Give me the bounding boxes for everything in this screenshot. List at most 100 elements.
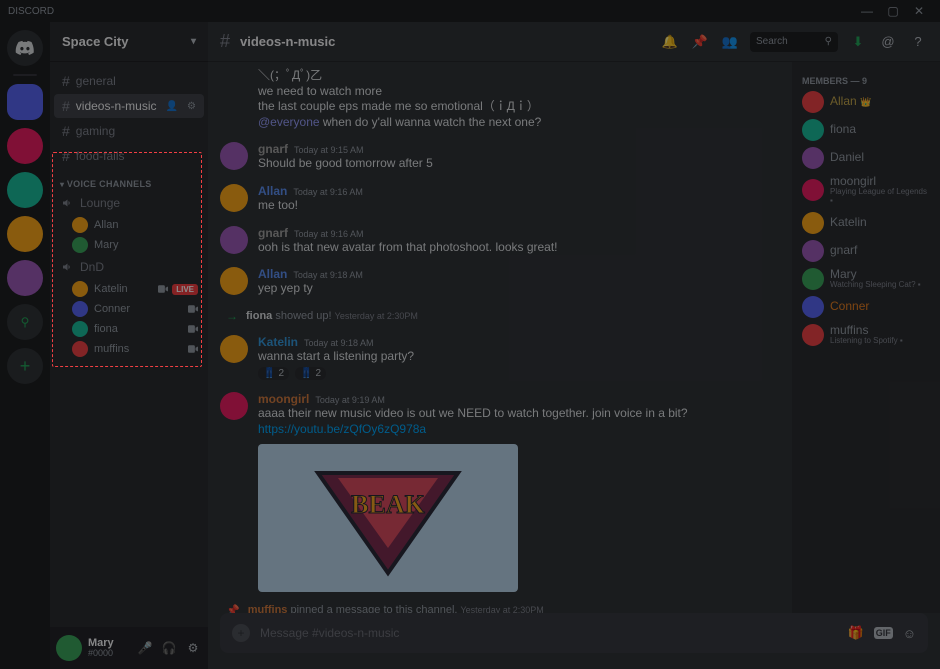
member-name: Katelin — [830, 216, 867, 229]
reaction[interactable]: 👖2 — [295, 367, 326, 380]
message: KatelinToday at 9:18 AMwanna start a lis… — [220, 329, 780, 387]
voice-member-name: Conner — [94, 303, 130, 315]
channel-title: videos-n-music — [240, 34, 335, 49]
hash-icon: # — [62, 148, 70, 164]
member-item[interactable]: Conner — [798, 293, 934, 321]
member-item[interactable]: Allan 👑 — [798, 88, 934, 116]
voice-member[interactable]: fiona — [54, 319, 204, 339]
channel-general[interactable]: #general — [54, 69, 204, 93]
members-header: MEMBERS — 9 — [798, 72, 934, 88]
channel-food-fails[interactable]: # food-fails — [54, 144, 204, 168]
sidebar: Space City ▾ #general#videos-n-music👤⚙#g… — [50, 22, 208, 669]
member-name: Conner — [830, 300, 869, 313]
window-close[interactable]: ✕ — [906, 4, 932, 18]
explore-button[interactable]: ⚲ — [7, 304, 43, 340]
pinned-icon[interactable]: 📌 — [690, 34, 710, 50]
channel-label: food-fails — [76, 149, 125, 163]
channel-list: #general#videos-n-music👤⚙#gaming#food-fa… — [50, 62, 208, 627]
settings-icon[interactable]: ⚙ — [187, 101, 196, 112]
hash-icon: # — [62, 123, 70, 139]
emoji-icon[interactable]: ☺ — [903, 626, 916, 641]
avatar[interactable] — [220, 335, 248, 363]
message-author[interactable]: Allan — [258, 184, 287, 198]
search-icon: ⚲ — [825, 36, 832, 47]
live-badge: LIVE — [172, 284, 198, 295]
settings-icon[interactable]: ⚙ — [184, 641, 202, 655]
voice-member[interactable]: muffins — [54, 339, 204, 359]
server-header[interactable]: Space City ▾ — [50, 22, 208, 62]
message-timestamp: Today at 9:16 AM — [293, 187, 363, 197]
attach-button[interactable]: + — [232, 624, 250, 642]
user-tag: #0000 — [88, 649, 130, 659]
member-item[interactable]: moongirlPlaying League of Legends ▪ — [798, 172, 934, 209]
voice-channel-Lounge[interactable]: Lounge — [54, 192, 204, 214]
voice-member[interactable]: Conner — [54, 299, 204, 319]
avatar[interactable] — [220, 142, 248, 170]
avatar — [72, 321, 88, 337]
member-item[interactable]: gnarf — [798, 237, 934, 265]
avatar[interactable] — [220, 184, 248, 212]
notifications-icon[interactable]: 🔔 — [660, 34, 680, 50]
reactions: 👖2 👖2 — [258, 367, 780, 380]
user-avatar[interactable] — [56, 635, 82, 661]
video-embed[interactable]: BEAK▶ — [258, 444, 518, 592]
voice-channels-category[interactable]: VOICE CHANNELS — [54, 169, 204, 191]
invite-icon[interactable]: 👤 — [166, 101, 178, 112]
guild-item[interactable] — [7, 128, 43, 164]
message-text: Should be good tomorrow after 5 — [258, 156, 780, 172]
message-timestamp: Today at 9:18 AM — [304, 338, 374, 348]
member-item[interactable]: fiona — [798, 116, 934, 144]
guild-item[interactable] — [7, 172, 43, 208]
mentions-icon[interactable]: @ — [878, 34, 898, 49]
message: AllanToday at 9:16 AMme too! — [220, 178, 780, 220]
window-maximize[interactable]: ▢ — [880, 4, 906, 18]
message-author[interactable]: Allan — [258, 267, 287, 281]
search-input[interactable]: Search ⚲ — [750, 32, 838, 52]
mic-icon[interactable]: 🎤 — [136, 641, 154, 655]
member-item[interactable]: Daniel — [798, 144, 934, 172]
reaction[interactable]: 👖2 — [258, 367, 289, 380]
avatar — [72, 281, 88, 297]
member-name: Daniel — [830, 151, 864, 164]
avatar — [802, 240, 824, 262]
mention[interactable]: @everyone — [258, 115, 320, 129]
inbox-icon[interactable]: ⬇ — [848, 34, 868, 50]
member-item[interactable]: Katelin — [798, 209, 934, 237]
headphones-icon[interactable]: 🎧 — [160, 641, 178, 655]
message-author[interactable]: gnarf — [258, 142, 288, 156]
voice-member[interactable]: Allan — [54, 215, 204, 235]
member-status: Listening to Spotify ▪ — [830, 337, 903, 346]
help-icon[interactable]: ? — [908, 34, 928, 49]
message-author[interactable]: gnarf — [258, 226, 288, 240]
video-icon — [188, 325, 198, 333]
message-text: aaaa their new music video is out we NEE… — [258, 406, 780, 422]
member-item[interactable]: muffinsListening to Spotify ▪ — [798, 321, 934, 349]
member-item[interactable]: MaryWatching Sleeping Cat? ▪ — [798, 265, 934, 293]
home-button[interactable] — [7, 30, 43, 66]
avatar[interactable] — [220, 392, 248, 420]
guild-item[interactable] — [7, 84, 43, 120]
pin-icon: 📌 — [226, 604, 240, 613]
message-text: yep yep ty — [258, 281, 780, 297]
voice-member[interactable]: KatelinLIVE — [54, 279, 204, 299]
message: moongirlToday at 9:19 AMaaaa their new m… — [220, 386, 780, 597]
voice-channel-DnD[interactable]: DnD — [54, 256, 204, 278]
avatar[interactable] — [220, 267, 248, 295]
add-server-button[interactable]: + — [7, 348, 43, 384]
guild-item[interactable] — [7, 216, 43, 252]
avatar[interactable] — [220, 226, 248, 254]
link[interactable]: https://youtu.be/zQfOy6zQ978a — [258, 422, 426, 436]
member-list-icon[interactable]: 👥 — [720, 34, 740, 50]
server-name: Space City — [62, 34, 128, 49]
gif-icon[interactable]: GIF — [874, 627, 893, 639]
message-author[interactable]: moongirl — [258, 392, 309, 406]
gift-icon[interactable]: 🎁 — [848, 625, 864, 641]
voice-member[interactable]: Mary — [54, 235, 204, 255]
guild-item[interactable] — [7, 260, 43, 296]
message-input[interactable]: + Message #videos-n-music 🎁 GIF ☺ — [220, 613, 928, 653]
window-minimize[interactable]: — — [854, 4, 880, 18]
channel-gaming[interactable]: #gaming — [54, 119, 204, 143]
channel-videos-n-music[interactable]: #videos-n-music👤⚙ — [54, 94, 204, 118]
message-author[interactable]: Katelin — [258, 335, 298, 349]
titlebar: DISCORD — ▢ ✕ — [0, 0, 940, 22]
